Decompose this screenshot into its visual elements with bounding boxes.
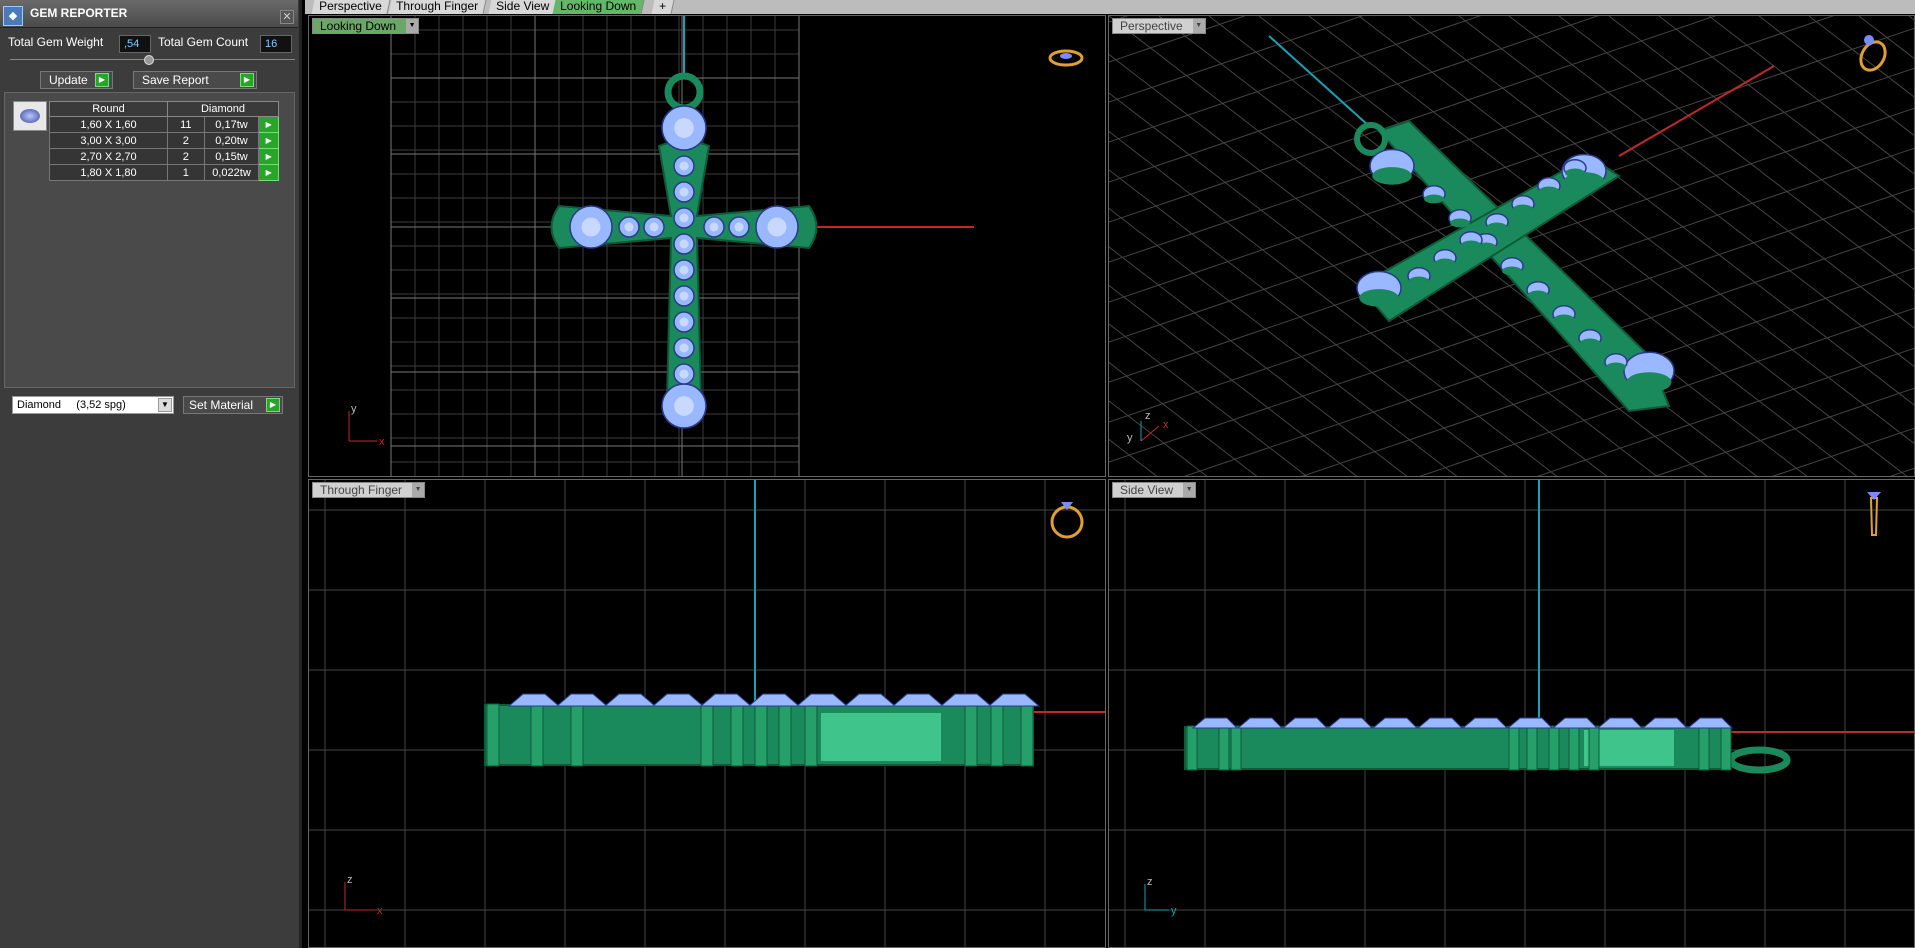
update-button-label: Update: [49, 73, 88, 87]
close-icon[interactable]: ✕: [280, 10, 294, 24]
total-gem-weight-label: Total Gem Weight: [8, 35, 104, 49]
ring-perspective-icon[interactable]: [1856, 35, 1890, 74]
gem-reporter-logo-icon: ◆: [3, 6, 23, 26]
chevron-down-icon: ▼: [1192, 19, 1205, 33]
set-material-button[interactable]: Set Material ▶: [183, 396, 283, 414]
gem-count: 11: [167, 116, 205, 133]
column-header-material: Diamond: [167, 101, 279, 117]
axis-label-x: x: [377, 905, 383, 917]
table-row[interactable]: 1,60 X 1,60 11 0,17tw ▶: [49, 116, 279, 133]
total-gem-weight-value: ,54: [119, 35, 151, 53]
ring-view-icon[interactable]: [1048, 49, 1084, 67]
viewport-through-finger[interactable]: z x Through Finger ▼: [308, 479, 1106, 948]
add-tab-button[interactable]: +: [651, 0, 675, 14]
through-finger-canvas[interactable]: z x: [309, 480, 1106, 948]
viewport-label-perspective[interactable]: Perspective ▼: [1112, 18, 1206, 34]
play-arrow-icon: ▶: [266, 398, 280, 412]
axis-label-z: z: [1147, 876, 1153, 888]
table-row[interactable]: 2,70 X 2,70 2 0,15tw ▶: [49, 148, 279, 165]
play-arrow-icon: ▶: [95, 73, 109, 87]
tab-looking-down[interactable]: Looking Down: [552, 0, 645, 14]
update-button[interactable]: Update ▶: [40, 71, 113, 89]
total-gem-count-value: 16: [260, 35, 292, 53]
round-gem-thumbnail-icon[interactable]: [13, 101, 47, 131]
axis-label-y: y: [1127, 432, 1133, 444]
select-arrow-icon[interactable]: ▶: [258, 116, 279, 133]
tab-side-view[interactable]: Side View: [488, 0, 558, 14]
viewport-side-view[interactable]: z y Side View ▼: [1108, 479, 1915, 948]
table-row[interactable]: 3,00 X 3,00 2 0,20tw ▶: [49, 132, 279, 149]
chevron-down-icon: ▼: [1183, 483, 1196, 497]
gem-size: 2,70 X 2,70: [49, 148, 168, 165]
viewport-perspective[interactable]: y z x Perspective ▼: [1108, 15, 1915, 477]
play-arrow-icon: ▶: [240, 73, 254, 87]
gem-count: 2: [167, 148, 205, 165]
app-window: ◆ GEM REPORTER ✕ Total Gem Weight ,54 To…: [0, 0, 1915, 948]
axis-label-z: z: [1145, 410, 1151, 422]
chevron-down-icon: ▼: [158, 398, 172, 412]
gem-size: 3,00 X 3,00: [49, 132, 168, 149]
table-row[interactable]: 1,80 X 1,80 1 0,022tw ▶: [49, 164, 279, 181]
ring-front-icon[interactable]: [1050, 502, 1084, 539]
perspective-canvas[interactable]: y z x: [1109, 16, 1915, 477]
save-report-button[interactable]: Save Report ▶: [133, 71, 257, 89]
viewport-label-through-finger[interactable]: Through Finger ▼: [312, 482, 426, 498]
panel-title: GEM REPORTER: [30, 6, 128, 20]
looking-down-canvas[interactable]: y x: [309, 16, 1106, 477]
tab-through-finger[interactable]: Through Finger: [388, 0, 487, 14]
axis-label-y: y: [1171, 905, 1177, 917]
axis-label-y: y: [351, 403, 357, 415]
viewport-label-side-view[interactable]: Side View ▼: [1112, 482, 1197, 498]
viewport-label-looking-down[interactable]: Looking Down ▼: [312, 18, 420, 34]
column-header-shape: Round: [49, 101, 168, 117]
axis-label-z: z: [347, 874, 353, 886]
save-report-label: Save Report: [142, 73, 209, 87]
select-arrow-icon[interactable]: ▶: [258, 132, 279, 149]
gem-weight: 0,022tw: [203, 164, 260, 181]
total-gem-count-label: Total Gem Count: [158, 35, 249, 49]
gem-size: 1,80 X 1,80: [49, 164, 168, 181]
set-material-label: Set Material: [189, 398, 254, 412]
chevron-down-icon: ▼: [406, 19, 419, 33]
gem-count: 2: [167, 132, 205, 149]
axis-label-x: x: [379, 436, 385, 448]
collapse-handle-icon[interactable]: [144, 55, 154, 65]
gem-count: 1: [167, 164, 205, 181]
gem-list-panel: Round Diamond 1,60 X 1,60 11 0,17tw ▶ 3,…: [4, 92, 295, 388]
viewport-looking-down[interactable]: y x Looking Down ▼: [308, 15, 1106, 477]
material-select-value: Diamond (3,52 spg): [17, 399, 126, 411]
ring-side-icon[interactable]: [1867, 492, 1881, 536]
chevron-down-icon: ▼: [412, 483, 425, 497]
select-arrow-icon[interactable]: ▶: [258, 164, 279, 181]
tab-perspective[interactable]: Perspective: [311, 0, 391, 14]
view-tabs: Perspective Through Finger Side View Loo…: [305, 0, 1915, 14]
side-view-canvas[interactable]: z y: [1109, 480, 1915, 948]
gem-weight: 0,20tw: [203, 132, 260, 149]
select-arrow-icon[interactable]: ▶: [258, 148, 279, 165]
material-select[interactable]: Diamond (3,52 spg) ▼: [12, 396, 174, 414]
gem-reporter-panel: ◆ GEM REPORTER ✕ Total Gem Weight ,54 To…: [0, 0, 302, 948]
gem-weight: 0,17tw: [203, 116, 260, 133]
gem-weight: 0,15tw: [203, 148, 260, 165]
gem-size: 1,60 X 1,60: [49, 116, 168, 133]
panel-titlebar[interactable]: ◆ GEM REPORTER ✕: [0, 0, 298, 28]
gem-table: Round Diamond 1,60 X 1,60 11 0,17tw ▶ 3,…: [49, 101, 279, 181]
axis-label-x: x: [1163, 419, 1169, 431]
